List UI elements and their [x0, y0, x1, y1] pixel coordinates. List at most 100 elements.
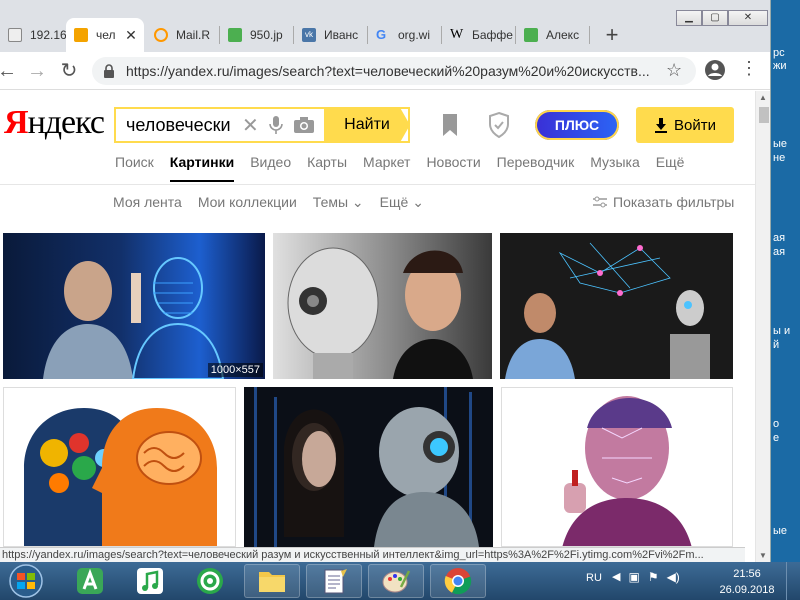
browser-tab[interactable]: 950.jp: [220, 18, 294, 52]
status-bar-url: https://yandex.ru/images/search?text=чел…: [0, 547, 745, 562]
desktop-text: ая: [773, 246, 786, 258]
scroll-up-arrow-icon[interactable]: ▲: [759, 93, 767, 102]
back-arrow-icon[interactable]: ←: [0, 60, 18, 82]
browser-tab[interactable]: W Бaффе: [442, 18, 516, 52]
service-link[interactable]: Карты: [307, 154, 347, 178]
divider: [0, 184, 755, 185]
service-link[interactable]: Музыка: [590, 154, 640, 178]
folder-icon: [259, 572, 285, 592]
scroll-down-arrow-icon[interactable]: ▼: [759, 551, 767, 560]
plus-button[interactable]: ПЛЮС: [535, 110, 619, 140]
service-link[interactable]: Ещё: [656, 154, 685, 178]
minimize-button[interactable]: ▁: [676, 10, 702, 26]
tab-title: Бaффе: [472, 28, 513, 42]
services-nav: Поиск Картинки Видео Карты Маркет Новост…: [115, 154, 700, 182]
subnav-link[interactable]: Ещё ⌄: [380, 194, 424, 211]
service-link[interactable]: Переводчик: [497, 154, 575, 178]
microphone-icon[interactable]: [268, 115, 283, 135]
service-link[interactable]: Маркет: [363, 154, 410, 178]
tray-arrow-icon[interactable]: ◀: [612, 570, 620, 584]
image-result[interactable]: [273, 233, 492, 379]
service-link[interactable]: Поиск: [115, 154, 154, 178]
browser-tab[interactable]: vk Иванс: [294, 18, 368, 52]
paint-icon: [382, 570, 411, 593]
browser-tab[interactable]: Алекс: [516, 18, 590, 52]
service-link[interactable]: Новости: [426, 154, 480, 178]
taskbar-app[interactable]: [62, 564, 118, 598]
image-result[interactable]: [3, 387, 236, 547]
close-tab-icon[interactable]: ✕: [124, 27, 138, 44]
desktop-text: е: [773, 432, 780, 444]
tab-title: Mail.R: [176, 28, 211, 42]
tab-title: Алекс: [546, 28, 580, 42]
menu-icon[interactable]: ⋮: [740, 58, 758, 82]
result-thumbnail: [24, 408, 217, 546]
subnav-link[interactable]: Темы ⌄: [313, 194, 364, 211]
service-link[interactable]: Видео: [250, 154, 291, 178]
maximize-button[interactable]: ▢: [702, 10, 728, 26]
result-thumbnail: [562, 396, 692, 546]
reload-icon[interactable]: ↻: [58, 60, 80, 82]
subnav-link[interactable]: Мои коллекции: [198, 194, 297, 211]
taskbar-app[interactable]: [182, 564, 238, 598]
login-button[interactable]: Войти: [636, 107, 734, 143]
search-input[interactable]: человечески: [116, 115, 234, 136]
scrollbar-thumb[interactable]: [759, 107, 769, 123]
bookmark-icon[interactable]: [440, 113, 460, 137]
image-icon: [228, 28, 242, 42]
browser-tab[interactable]: G org.wi: [368, 18, 442, 52]
bookmark-star-icon[interactable]: ☆: [666, 60, 686, 80]
taskbar-app[interactable]: [122, 564, 178, 598]
taskbar-app[interactable]: [306, 564, 362, 598]
result-thumbnail: [505, 242, 710, 379]
browser-tab[interactable]: Mail.R: [146, 18, 220, 52]
image-result[interactable]: 1000×557: [3, 233, 265, 379]
address-bar[interactable]: https://yandex.ru/images/search?text=чел…: [92, 57, 696, 85]
close-window-button[interactable]: ✕: [728, 10, 768, 26]
image-result[interactable]: [244, 387, 493, 547]
tab-title: org.wi: [398, 28, 431, 42]
taskbar-app[interactable]: [244, 564, 300, 598]
forward-arrow-icon[interactable]: →: [26, 60, 48, 82]
wikipedia-icon: W: [450, 27, 464, 42]
yandex-images-icon: [74, 28, 88, 42]
tab-title: Иванс: [324, 28, 359, 42]
image-size-badge: 1000×557: [207, 363, 263, 377]
yandex-logo[interactable]: Яндекс: [4, 104, 105, 142]
image-result[interactable]: [501, 387, 733, 547]
mail-icon: [154, 28, 168, 42]
camera-icon[interactable]: [293, 116, 315, 134]
image-icon: [524, 28, 538, 42]
search-button[interactable]: Найти: [324, 107, 410, 143]
browser-tab[interactable]: 192.16: [0, 18, 74, 52]
desktop-text: ые: [773, 138, 788, 150]
taskbar-app-active[interactable]: [430, 564, 486, 598]
service-link-active[interactable]: Картинки: [169, 154, 235, 182]
tray-network-icon[interactable]: ▣: [628, 570, 639, 584]
clock[interactable]: 21:56 26.09.2018: [712, 566, 782, 598]
tray-flag-icon[interactable]: ⚑: [648, 570, 659, 584]
taskbar-app[interactable]: [368, 564, 424, 598]
url-text: https://yandex.ru/images/search?text=чел…: [126, 63, 650, 79]
login-label: Войти: [674, 116, 716, 134]
show-filters-link[interactable]: Показать фильтры: [593, 194, 734, 210]
system-tray: ◀ ▣ ⚑ ◀): [612, 570, 680, 584]
desktop-text: ые: [773, 525, 788, 537]
desktop-text: рс: [773, 47, 785, 59]
vertical-scrollbar[interactable]: ▲ ▼: [755, 91, 770, 562]
browser-tab-active[interactable]: чел ✕: [66, 18, 144, 52]
shield-icon[interactable]: [487, 111, 511, 139]
clear-icon[interactable]: ✕: [242, 113, 259, 138]
image-result[interactable]: [500, 233, 733, 379]
language-indicator[interactable]: RU: [586, 572, 602, 584]
desktop-text: ы и: [773, 325, 791, 337]
page-icon: [8, 28, 22, 42]
result-thumbnail: [287, 247, 473, 379]
start-button[interactable]: [4, 562, 48, 600]
tray-volume-icon[interactable]: ◀): [667, 570, 680, 584]
android-studio-icon: [77, 568, 103, 594]
subnav-link[interactable]: Моя лента: [113, 194, 182, 211]
new-tab-button[interactable]: +: [598, 22, 626, 48]
profile-icon[interactable]: [704, 59, 726, 81]
show-desktop-button[interactable]: [786, 562, 800, 600]
